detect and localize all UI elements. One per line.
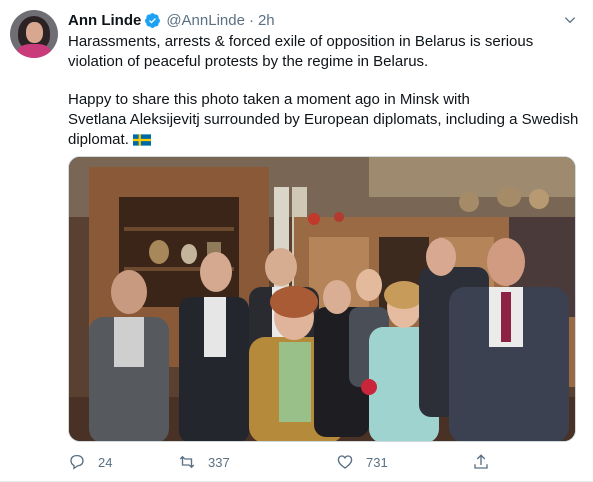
reply-count: 24 (98, 454, 113, 470)
text-line: violation of peaceful protests by the re… (68, 53, 429, 70)
group-photo-image (69, 157, 575, 441)
reply-button[interactable]: 24 (68, 450, 112, 474)
text-line: Svetlana Aleksijevitj surrounded by Euro… (68, 111, 579, 128)
tweet-header: Ann Linde @AnnLinde · 2h (68, 10, 275, 30)
like-button[interactable]: 731 (336, 450, 388, 474)
swedish-flag-icon (132, 134, 151, 146)
reply-icon (70, 454, 84, 470)
heart-icon (337, 455, 353, 469)
share-icon (474, 454, 488, 469)
share-button[interactable] (472, 450, 490, 474)
more-options-button[interactable] (560, 10, 580, 30)
retweet-button[interactable]: 337 (178, 450, 230, 474)
tweet-text: Harassments, arrests & forced exile of o… (68, 32, 583, 150)
chevron-down-icon (564, 17, 576, 24)
retweet-icon (179, 455, 195, 469)
text-line: Happy to share this photo taken a moment… (68, 91, 470, 108)
tweet-photo[interactable] (68, 156, 576, 442)
timestamp[interactable]: 2h (258, 12, 275, 29)
avatar[interactable] (10, 10, 58, 58)
text-line-end: diplomat. (68, 131, 129, 148)
separator-dot: · (248, 11, 254, 29)
text-line: Harassments, arrests & forced exile of o… (68, 33, 534, 50)
tweet-actions: 24 337 731 (68, 450, 498, 474)
display-name[interactable]: Ann Linde (68, 12, 141, 29)
handle[interactable]: @AnnLinde (166, 12, 245, 29)
verified-badge-icon (145, 12, 161, 28)
like-count: 731 (366, 454, 388, 470)
tweet[interactable]: Ann Linde @AnnLinde · 2h Harassments, ar… (0, 0, 593, 482)
retweet-count: 337 (208, 454, 230, 470)
text-line: diplomat. (68, 130, 583, 150)
